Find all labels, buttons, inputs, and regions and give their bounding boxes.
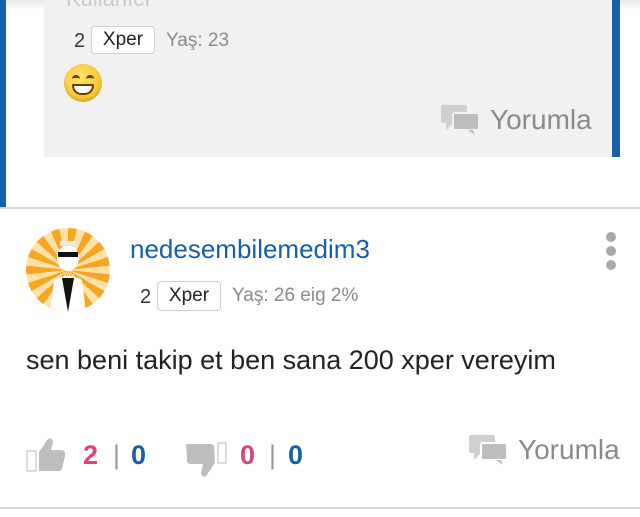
post-comment-button[interactable]: Yorumla xyxy=(468,434,620,466)
post-comment-label: Yorumla xyxy=(518,434,620,465)
dislikes-separator: | xyxy=(269,440,277,470)
comment-icon xyxy=(469,435,508,465)
divider xyxy=(0,207,640,209)
thread-accent-bar xyxy=(0,0,6,207)
avatar-figure-icon xyxy=(50,241,86,312)
dislikes-secondary-count: 0 xyxy=(288,440,304,470)
avatar[interactable] xyxy=(26,228,110,312)
post-xper-badge[interactable]: Xper xyxy=(157,281,221,311)
reply-accent-bar xyxy=(612,0,620,157)
post-text: sen beni takip et ben sana 200 xper vere… xyxy=(26,345,556,375)
reply-age: Yaş: 23 xyxy=(166,30,230,51)
reply-xp-count: 2 xyxy=(74,30,86,52)
likes-separator: | xyxy=(113,440,121,470)
username-link[interactable]: nedesembilemedim3 xyxy=(130,234,370,265)
post-meta: Yaş: 26 eig 2% xyxy=(232,285,359,306)
likes-count: 2 xyxy=(83,440,99,470)
reply-comment-button[interactable]: Yorumla xyxy=(440,104,592,136)
comment-icon xyxy=(441,105,480,135)
bottom-divider xyxy=(0,507,640,509)
reply-card: Kullanıcı 2 Xper Yaş: 23 Yorumla xyxy=(44,0,620,157)
post-xp-count: 2 xyxy=(140,286,152,308)
reply-cut-username: Kullanıcı xyxy=(66,0,150,12)
reply-comment-label: Yorumla xyxy=(490,104,592,135)
reply-xper-badge[interactable]: Xper xyxy=(91,26,155,54)
grin-emoji-icon xyxy=(64,64,102,102)
likes-secondary-count: 0 xyxy=(131,440,147,470)
dislikes-count: 0 xyxy=(240,440,256,470)
thumbs-up-icon[interactable] xyxy=(26,436,68,472)
thumbs-down-icon[interactable] xyxy=(186,442,228,478)
more-vertical-icon[interactable] xyxy=(604,232,618,272)
